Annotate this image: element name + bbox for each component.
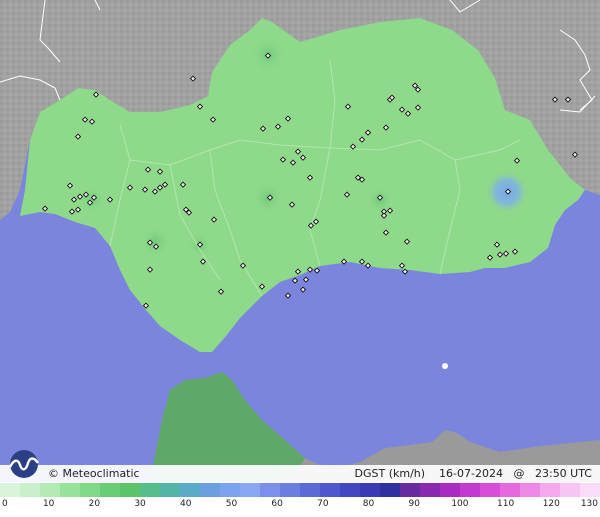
variable-label: DGST (km/h) <box>354 467 426 480</box>
legend-swatch <box>180 483 200 497</box>
legend-swatch <box>400 483 420 497</box>
legend-tick-label: 40 <box>180 499 192 509</box>
legend-swatch <box>140 483 160 497</box>
legend-swatch <box>420 483 440 497</box>
legend-tick-label: 20 <box>88 499 101 509</box>
at-label: @ <box>513 467 525 480</box>
legend-tick-label: 130 <box>580 499 598 509</box>
legend-tick-label: 70 <box>317 499 329 509</box>
legend-color-bar <box>0 483 600 497</box>
legend-swatch <box>80 483 100 497</box>
info-label: DGST (km/h) 16-07-2024 @ 23:50 UTC <box>355 467 593 480</box>
legend-swatch <box>360 483 380 497</box>
legend-swatch <box>380 483 400 497</box>
legend-swatch <box>120 483 140 497</box>
legend-swatch <box>220 483 240 497</box>
legend-tick-label: 30 <box>134 499 146 509</box>
legend-swatch <box>320 483 340 497</box>
field-blob <box>139 226 171 258</box>
legend-tick-label: 10 <box>42 499 55 509</box>
legend-swatch <box>260 483 280 497</box>
color-legend: 0 10 20 30 40 50 60 70 80 90 100 110 120 130 <box>0 483 600 517</box>
legend-swatch <box>560 483 580 497</box>
legend-swatch <box>340 483 360 497</box>
legend-tick-label: 80 <box>362 499 375 509</box>
legend-tick-label: 120 <box>542 499 560 509</box>
legend-tick-label: 100 <box>451 499 469 509</box>
map-canvas[interactable] <box>0 0 600 482</box>
legend-swatch <box>40 483 60 497</box>
credit-label: © Meteoclimatic <box>48 467 140 480</box>
ceuta-dot <box>442 363 448 369</box>
map-frame: © Meteoclimatic DGST (km/h) 16-07-2024 @… <box>0 0 600 517</box>
legend-tick-label: 0 <box>2 499 8 509</box>
legend-swatch <box>460 483 480 497</box>
legend-swatch <box>300 483 320 497</box>
legend-swatch <box>200 483 220 497</box>
legend-swatch <box>520 483 540 497</box>
meteoclimatic-logo <box>8 450 39 478</box>
legend-tick-label: 60 <box>271 499 283 509</box>
legend-swatch <box>60 483 80 497</box>
legend-swatch <box>440 483 460 497</box>
legend-swatch <box>500 483 520 497</box>
legend-ticks: 0 10 20 30 40 50 60 70 80 90 100 110 120 130 <box>0 498 600 512</box>
legend-swatch <box>280 483 300 497</box>
legend-swatch <box>540 483 560 497</box>
legend-swatch <box>20 483 40 497</box>
legend-swatch <box>240 483 260 497</box>
field-blob <box>78 186 106 214</box>
date-label: 16-07-2024 <box>439 467 503 480</box>
map-svg <box>0 0 600 482</box>
legend-tick-label: 90 <box>408 499 420 509</box>
legend-swatch <box>580 483 600 497</box>
legend-tick-label: 50 <box>225 499 238 509</box>
legend-tick-label: 110 <box>497 499 515 509</box>
legend-swatch <box>0 483 20 497</box>
legend-swatch <box>100 483 120 497</box>
legend-swatch <box>480 483 500 497</box>
time-label: 23:50 UTC <box>534 467 592 480</box>
legend-swatch <box>160 483 180 497</box>
